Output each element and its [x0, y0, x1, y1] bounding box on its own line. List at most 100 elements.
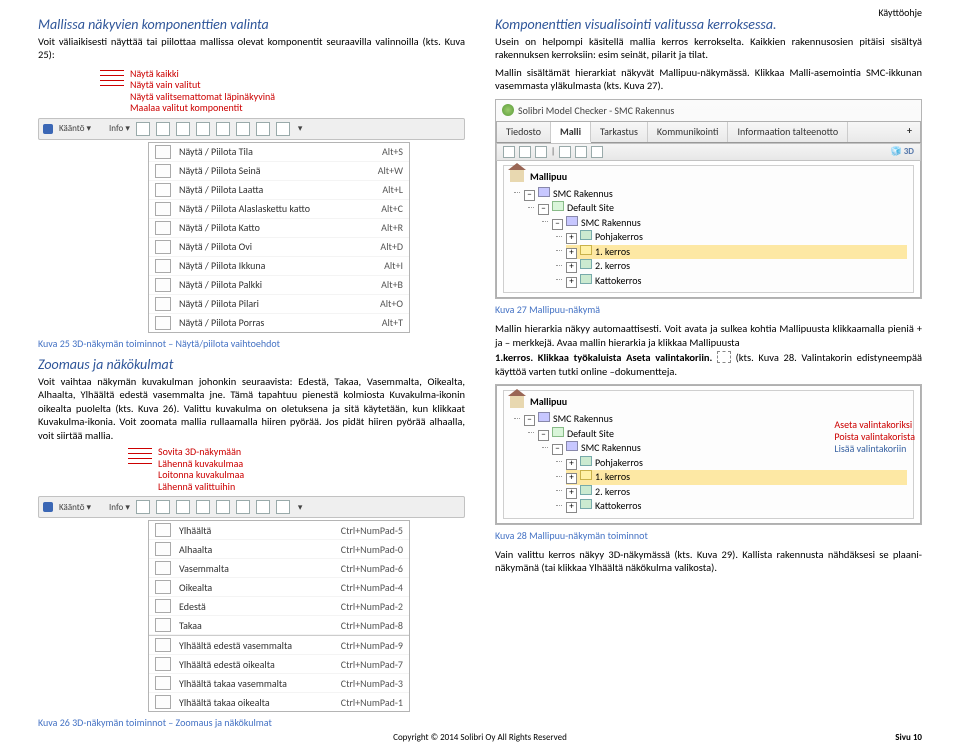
para-visualize-2: Mallin sisältämät hierarkiat näkyvät Mal… [495, 66, 922, 93]
floor-icon [580, 485, 592, 495]
mallipuu-pane: Mallipuu −SMC Rakennus −Default Site [496, 161, 921, 299]
pane-title: Mallipuu [530, 395, 567, 408]
tabs-bar: Tiedosto Malli Tarkastus Kommunikointi I… [496, 121, 921, 143]
mini-icon[interactable] [591, 146, 603, 158]
menu-item[interactable]: AlhaaltaCtrl+NumPad-0 [149, 540, 409, 559]
tree-item[interactable]: +2. kerros [566, 259, 907, 274]
menu-item[interactable]: EdestäCtrl+NumPad-2 [149, 597, 409, 616]
toolbar-icon[interactable] [276, 500, 290, 514]
menu-item[interactable]: Näytä / Piilota LaattaAlt+L [149, 181, 409, 200]
tree-item[interactable]: +Pohjakerros [566, 456, 907, 471]
menu-item[interactable]: Ylhäältä takaa vasemmaltaCtrl+NumPad-3 [149, 674, 409, 693]
tree-item[interactable]: +2. kerros [566, 485, 907, 500]
floor-icon [580, 230, 592, 240]
toolbar-icon[interactable] [156, 500, 170, 514]
toolbar-icon[interactable] [236, 122, 250, 136]
tree-item[interactable]: −SMC Rakennus +Pohjakerros +1. kerros +2… [552, 216, 907, 289]
tree-item[interactable]: −SMC Rakennus −Default Site −SMC Rakennu… [524, 187, 907, 289]
footer: Copyright © 2014 Solibri Oy All Rights R… [0, 732, 960, 743]
menu-item[interactable]: Näytä / Piilota OviAlt+D [149, 238, 409, 257]
menu-item[interactable]: Näytä / Piilota PalkkiAlt+B [149, 276, 409, 295]
menu-item[interactable]: YlhäältäCtrl+NumPad-5 [149, 521, 409, 540]
menu-item[interactable]: Ylhäältä edestä oikealtaCtrl+NumPad-7 [149, 655, 409, 674]
toolbar-icon[interactable] [256, 122, 270, 136]
caption-fig26: Kuva 26 3D-näkymän toiminnot – Zoomaus j… [38, 716, 465, 729]
tab-add[interactable]: + [899, 122, 920, 142]
ovi-icon [155, 240, 171, 254]
menu-item[interactable]: Näytä / Piilota IkkunaAlt+I [149, 257, 409, 276]
mini-icon[interactable] [559, 146, 571, 158]
tab-check[interactable]: Tarkastus [591, 122, 648, 142]
building-icon [566, 441, 578, 451]
toolbar-icon[interactable] [196, 122, 210, 136]
tila-icon [155, 145, 171, 159]
callout-show-options: Näytä kaikki Näytä vain valitut Näytä va… [130, 68, 275, 114]
toolbar-icon[interactable] [176, 122, 190, 136]
tree-item-selected[interactable]: +1. kerros [566, 245, 907, 260]
heading-zoom: Zoomaus ja näkökulmat [38, 356, 465, 373]
ikkuna-icon [155, 259, 171, 273]
site-icon [552, 427, 564, 437]
toolbar-icon[interactable] [236, 500, 250, 514]
caption-fig25: Kuva 25 3D-näkymän toiminnot – Näytä/pii… [38, 337, 465, 350]
menu-item[interactable]: Ylhäältä takaa oikealtaCtrl+NumPad-1 [149, 693, 409, 711]
toolbar-icon[interactable] [136, 122, 150, 136]
toolbar-icon[interactable] [216, 122, 230, 136]
menu-item[interactable]: TakaaCtrl+NumPad-8 [149, 616, 409, 635]
tab-file[interactable]: Tiedosto [497, 122, 551, 142]
pane-title: Mallipuu [530, 170, 567, 183]
caption-fig27: Kuva 27 Mallipuu-näkymä [495, 303, 922, 316]
tree-item[interactable]: −Default Site −SMC Rakennus +Pohjakerros… [538, 201, 907, 288]
toolbar-3dview-2: Kääntö ▾ Info ▾ ▾ [38, 496, 465, 518]
toolbar-icon[interactable] [136, 500, 150, 514]
view-icon [155, 676, 171, 690]
mini-toolbar: | 🧊 3D [496, 143, 921, 161]
menu-item[interactable]: OikealtaCtrl+NumPad-4 [149, 578, 409, 597]
katto-icon [155, 221, 171, 235]
tab-model[interactable]: Malli [551, 122, 591, 143]
mini-icon[interactable] [519, 146, 531, 158]
menu-item[interactable]: Näytä / Piilota PilariAlt+O [149, 295, 409, 314]
tree-item-selected[interactable]: +1. kerros [566, 470, 907, 485]
view-icon [155, 599, 171, 613]
toolbar-info[interactable]: Info ▾ [109, 123, 130, 134]
toolbar-icon[interactable] [216, 500, 230, 514]
menu-item[interactable]: Näytä / Piilota KattoAlt+R [149, 219, 409, 238]
context-callout: Aseta valintakoriksi Poista valintakoris… [834, 419, 915, 455]
copyright: Copyright © 2014 Solibri Oy All Rights R… [393, 732, 567, 743]
laatta-icon [155, 183, 171, 197]
left-column: Mallissa näkyvien komponenttien valinta … [38, 14, 465, 735]
menu-item[interactable]: VasemmaltaCtrl+NumPad-6 [149, 559, 409, 578]
menu-item[interactable]: Näytä / Piilota Alaslaskettu kattoAlt+C [149, 200, 409, 219]
toolbar-kaanto[interactable]: Kääntö ▾ [59, 502, 91, 513]
toolbar-icon[interactable] [156, 122, 170, 136]
menu-item[interactable]: Näytä / Piilota TilaAlt+S [149, 143, 409, 162]
toolbar-icon[interactable] [256, 500, 270, 514]
mini-icon[interactable] [575, 146, 587, 158]
tree-item[interactable]: +Pohjakerros [566, 230, 907, 245]
toolbar-info[interactable]: Info ▾ [109, 502, 130, 513]
menu-item[interactable]: Näytä / Piilota SeinäAlt+W [149, 162, 409, 181]
callout-lines-icon [100, 70, 124, 90]
view-icon [155, 695, 171, 709]
tree-item[interactable]: +Kattokerros [566, 274, 907, 289]
tab-comm[interactable]: Kommunikointi [648, 122, 729, 142]
seina-icon [155, 164, 171, 178]
caption-fig28: Kuva 28 Mallipuu-näkymän toiminnot [495, 529, 922, 542]
menu-item[interactable]: Ylhäältä edestä vasemmaltaCtrl+NumPad-9 [149, 635, 409, 655]
porras-icon [155, 316, 171, 330]
toolbar-icon[interactable] [276, 122, 290, 136]
toolbar-icon[interactable] [196, 500, 210, 514]
mini-icon[interactable] [535, 146, 547, 158]
menu-item[interactable]: Näytä / Piilota PorrasAlt+T [149, 314, 409, 332]
toolbar-kaanto[interactable]: Kääntö ▾ [59, 123, 91, 134]
toolbar-icon[interactable] [176, 500, 190, 514]
callout-zoom-options: Sovita 3D-näkymään Lähennä kuvakulmaa Lo… [158, 446, 244, 492]
building-icon [538, 187, 550, 197]
mini-icon[interactable] [503, 146, 515, 158]
tree-item[interactable]: +Kattokerros [566, 499, 907, 514]
tab-info[interactable]: Informaation talteenotto [728, 122, 848, 142]
menu-viewpoints: YlhäältäCtrl+NumPad-5 AlhaaltaCtrl+NumPa… [148, 520, 410, 712]
header-docpart: Käyttöohje [878, 6, 922, 19]
view-icon [155, 580, 171, 594]
